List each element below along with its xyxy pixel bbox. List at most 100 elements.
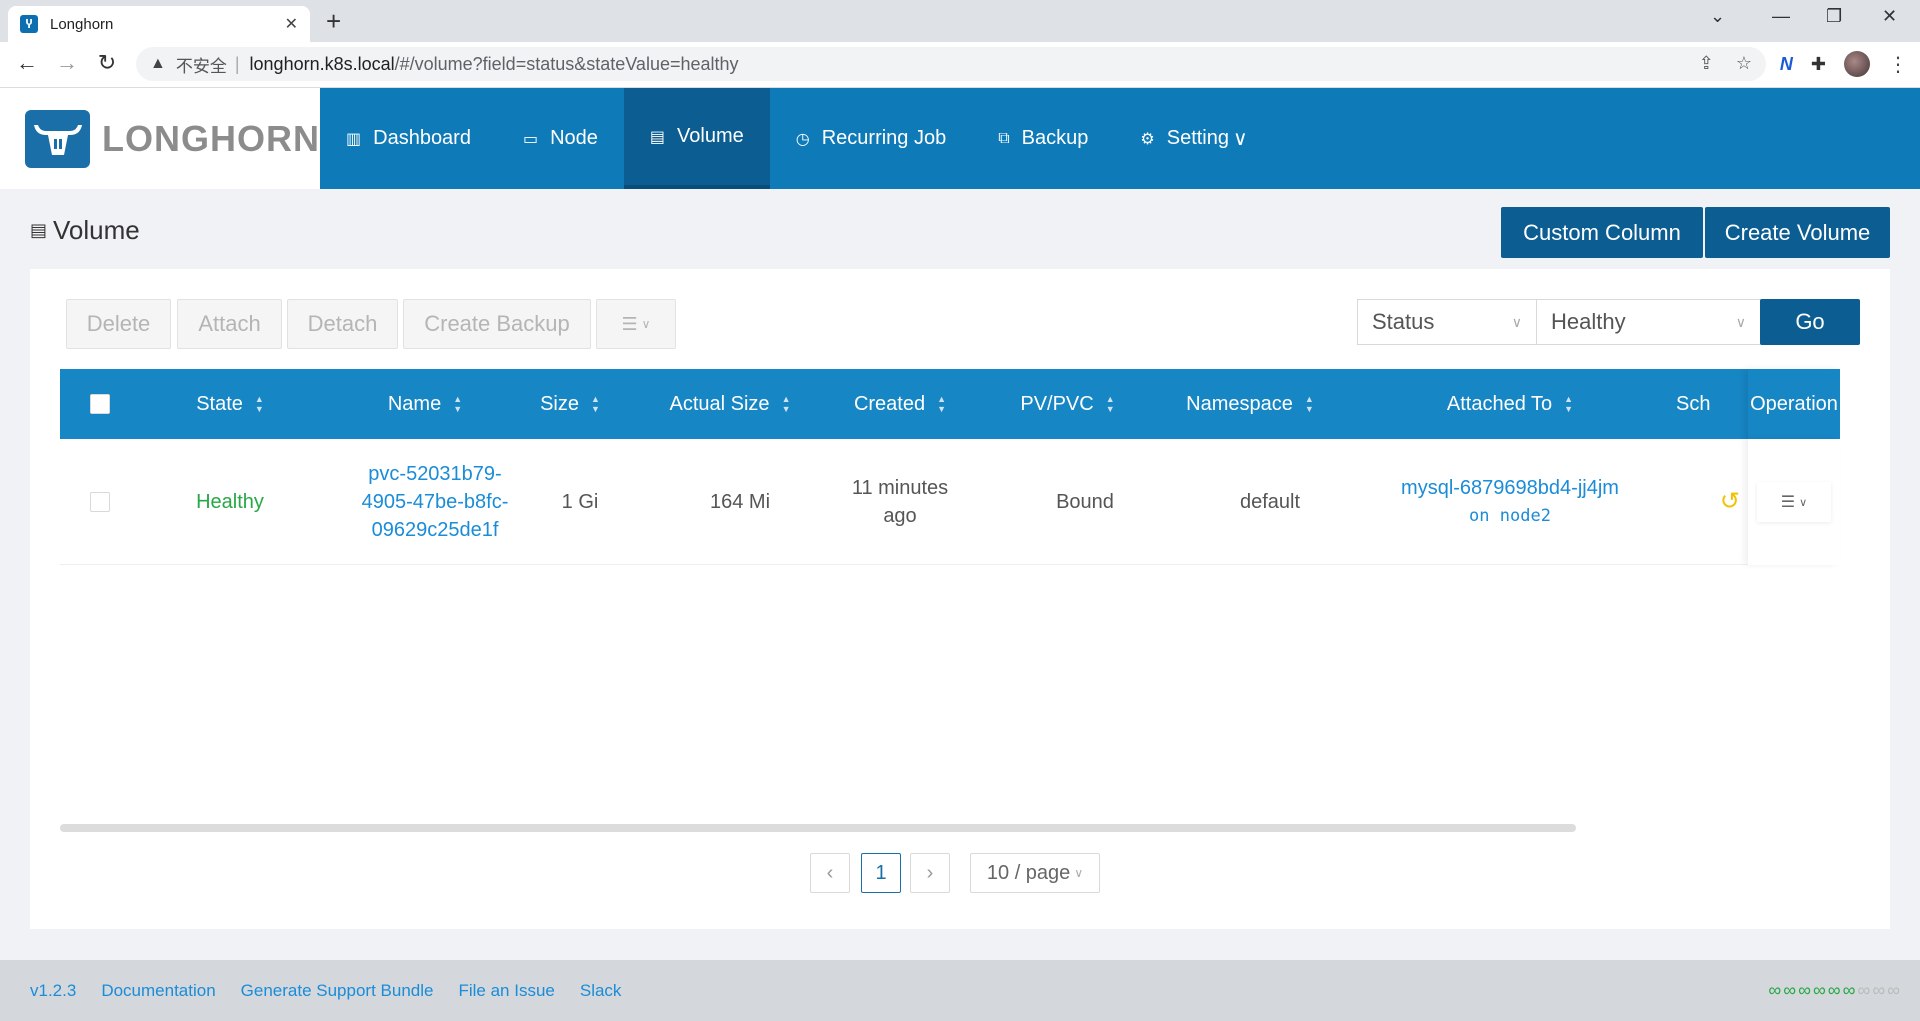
browser-tab[interactable]: Ⴤ Longhorn ✕ [8,6,310,42]
col-size[interactable]: Size ▲ ▼ [520,369,620,439]
attached-node-link[interactable]: on node2 [1469,502,1551,530]
col-namespace[interactable]: Namespace ▲ ▼ [1160,369,1340,439]
page-1-button[interactable]: 1 [861,853,901,893]
link-status-icon: ∞ [1842,980,1856,1000]
extensions-puzzle-icon[interactable]: ✚ [1811,54,1826,75]
close-tab-icon[interactable]: ✕ [285,14,298,34]
nav-setting[interactable]: ⚙ Setting ∨ [1114,88,1273,189]
browser-menu-icon[interactable]: ⋮ [1888,52,1908,77]
sort-icon[interactable]: ▲ ▼ [1564,394,1573,414]
attached-pod-link[interactable]: mysql-6879698bd4-jj4jm [1401,474,1619,502]
sort-icon[interactable]: ▲ ▼ [1106,394,1115,414]
detach-button[interactable]: Detach [287,299,398,349]
table-row: Healthy pvc-52031b79- 4905-47be-b8fc- 09… [60,439,1840,565]
sort-icon[interactable]: ▲ ▼ [1305,394,1314,414]
documentation-link[interactable]: Documentation [101,981,215,1001]
nav-label: Recurring Job [821,127,947,149]
back-icon[interactable]: ← [12,50,42,76]
nav-label: Volume [677,125,744,147]
select-all-checkbox[interactable] [90,394,110,414]
longhorn-favicon-icon: Ⴤ [20,15,38,33]
brand[interactable]: LONGHORN [0,88,320,189]
col-created[interactable]: Created ▲ ▼ [830,369,970,439]
chevron-right-icon: › [926,861,934,884]
warning-icon: ▲ [150,55,166,72]
horizontal-scrollbar[interactable] [60,824,1576,832]
database-icon: ▤ [649,128,666,146]
list-icon: ☰ [621,313,638,334]
share-icon[interactable]: ⇪ [1699,53,1714,74]
list-icon: ☰ [1780,494,1796,511]
col-schedule[interactable]: Sch [1676,369,1736,439]
filter-field-value: Status [1372,309,1435,334]
extension-area: N ✚ ⋮ [1780,51,1908,77]
row-operation-dropdown[interactable]: ☰ ∨ [1757,482,1831,522]
version-link[interactable]: v1.2.3 [30,981,76,1001]
page-size-select[interactable]: 10 / page ∨ [970,853,1100,893]
nav-recurring-job[interactable]: ◷ Recurring Job [770,88,972,189]
browser-address-bar: ← → ↻ ▲ 不安全 | longhorn.k8s.local /#/volu… [0,42,1920,88]
col-pv-pvc[interactable]: PV/PVC ▲ ▼ [1005,369,1130,439]
link-status-icon: ∞ [1783,980,1797,1000]
prev-page-button[interactable]: ‹ [810,853,850,893]
name-line: 4905-47be-b8fc- [361,491,509,513]
url-field[interactable]: ▲ 不安全 | longhorn.k8s.local /#/volume?fie… [136,47,1766,81]
profile-avatar[interactable] [1844,51,1870,77]
size-cell: 1 Gi [561,491,599,513]
next-page-button[interactable]: › [910,853,950,893]
clock-icon: ◷ [795,130,810,148]
col-attached-to[interactable]: Attached To ▲ ▼ [1410,369,1610,439]
nav-label: Backup [1021,127,1089,149]
bulk-actions-dropdown[interactable]: ☰ ∨ [596,299,676,349]
bookmark-star-icon[interactable]: ☆ [1736,53,1752,74]
create-backup-button[interactable]: Create Backup [403,299,591,349]
support-bundle-link[interactable]: Generate Support Bundle [241,981,434,1001]
insecure-label: 不安全 [175,56,227,76]
tab-title: Longhorn [50,15,114,33]
filter-field-select[interactable]: Status ∨ [1357,299,1537,345]
link-status-icon: ∞ [1872,980,1886,1000]
sort-icon[interactable]: ▲ ▼ [453,394,462,414]
nav-dashboard[interactable]: ▥ Dashboard [320,88,497,189]
attach-button[interactable]: Attach [177,299,282,349]
actual-size-cell: 164 Mi [709,491,771,513]
col-label: Name [387,392,442,415]
new-tab-icon[interactable]: + [326,8,341,34]
minimize-icon[interactable]: — [1772,6,1790,27]
sort-icon[interactable]: ▲ ▼ [255,394,264,414]
nav-backup[interactable]: ⧉ Backup [972,88,1114,189]
slack-link[interactable]: Slack [580,981,622,1001]
link-status-icon: ∞ [1887,980,1900,1000]
col-state[interactable]: State ▲ ▼ [170,369,290,439]
url-host: longhorn.k8s.local [249,53,395,74]
forward-icon[interactable]: → [52,50,82,76]
go-button[interactable]: Go [1760,299,1860,345]
tab-search-chevron-icon[interactable]: ⌄ [1710,6,1725,27]
create-volume-button[interactable]: Create Volume [1705,207,1890,258]
row-checkbox-cell [70,439,130,565]
row-checkbox[interactable] [90,492,110,512]
window-close-icon[interactable]: ✕ [1882,6,1897,27]
name-line: pvc-52031b79- [368,463,502,485]
volume-name-link[interactable]: pvc-52031b79- 4905-47be-b8fc- 09629c25de… [350,439,520,565]
col-name[interactable]: Name ▲ ▼ [360,369,490,439]
col-label: Size [540,392,579,415]
file-issue-link[interactable]: File an Issue [458,981,554,1001]
omnibox-actions: ⇪ ☆ [1699,53,1752,74]
reload-icon[interactable]: ↻ [92,50,122,76]
sort-icon[interactable]: ▲ ▼ [782,394,791,414]
sort-icon[interactable]: ▲ ▼ [937,394,946,414]
col-label: State [196,392,243,415]
select-all-checkbox-cell [70,369,130,439]
nav-volume[interactable]: ▤ Volume [623,88,770,189]
filter-value-select[interactable]: Healthy ∨ [1536,299,1761,345]
delete-button[interactable]: Delete [66,299,171,349]
sort-icon[interactable]: ▲ ▼ [591,394,600,414]
created-line: ago [883,505,917,527]
restore-icon[interactable]: ❐ [1826,6,1842,27]
custom-column-button[interactable]: Custom Column [1501,207,1703,258]
extension-n-icon[interactable]: N [1780,54,1793,75]
nav-node[interactable]: ▭ Node [497,88,624,189]
col-actual-size[interactable]: Actual Size ▲ ▼ [650,369,810,439]
chevron-down-icon: ∨ [641,317,651,331]
